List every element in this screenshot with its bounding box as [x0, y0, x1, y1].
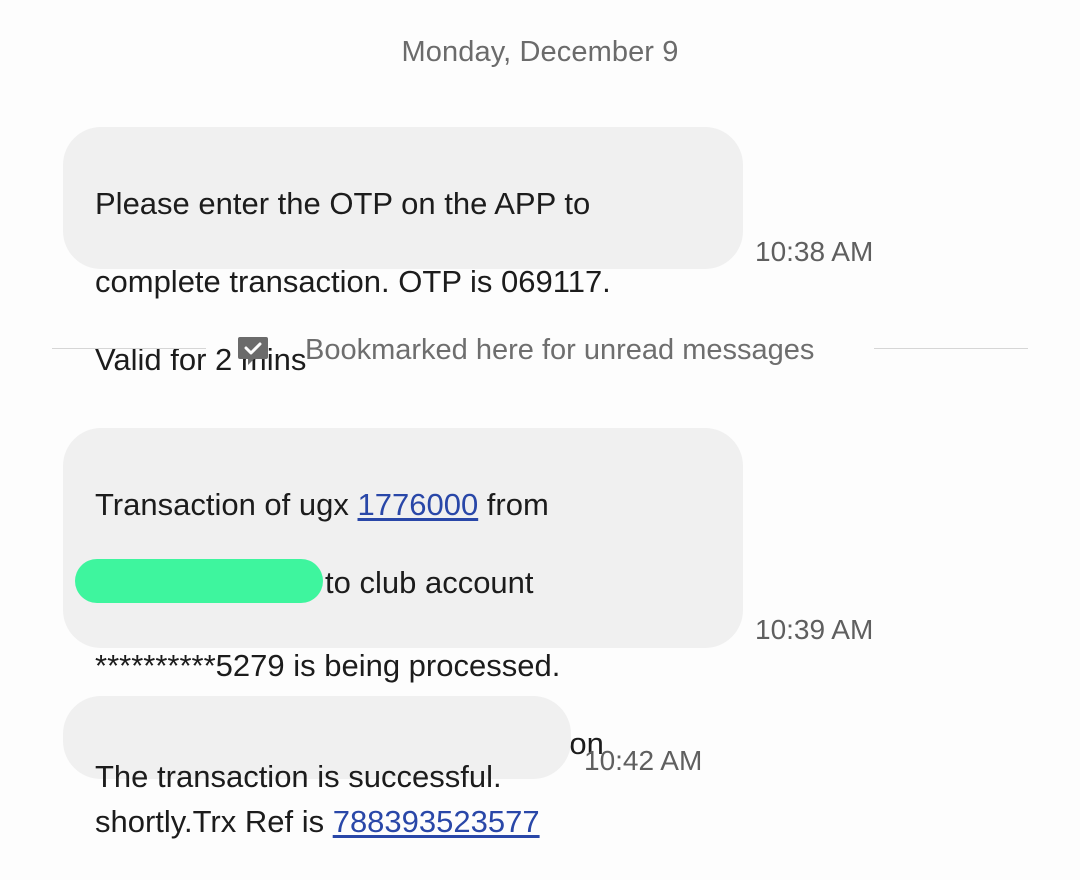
message-text: Transaction of ugx [95, 487, 358, 522]
message-timestamp: 10:42 AM [584, 745, 703, 776]
message-text: to club account [325, 565, 534, 601]
bookmark-label: Bookmarked here for unread messages [305, 333, 815, 366]
message-line: to club account [75, 559, 711, 607]
message-bubble-transaction[interactable]: Transaction of ugx 1776000 from to club … [63, 428, 743, 839]
message-bubble-otp[interactable]: Please enter the OTP on the APP to compl… [63, 127, 743, 377]
bookmark-chat-icon [236, 333, 270, 367]
message-line: Transaction of ugx 1776000 from [95, 485, 711, 524]
message-timestamp: 10:39 AM [755, 614, 874, 645]
divider-right [874, 348, 1028, 349]
message-text: from [478, 487, 549, 522]
date-header: Monday, December 9 [401, 36, 679, 68]
amount-link[interactable]: 1776000 [358, 487, 479, 522]
message-line: The transaction is successful. [95, 759, 502, 794]
message-line: complete transaction. OTP is 069117. [95, 264, 611, 299]
message-line: **********5279 is being processed. [95, 648, 561, 683]
message-timestamp: 10:38 AM [755, 236, 874, 267]
divider-left [52, 348, 206, 349]
message-bubble-success[interactable]: The transaction is successful. [63, 696, 571, 794]
unread-bookmark: Bookmarked here for unread messages [236, 330, 814, 370]
redaction-mark [75, 559, 323, 603]
message-line: Please enter the OTP on the APP to [95, 186, 591, 221]
